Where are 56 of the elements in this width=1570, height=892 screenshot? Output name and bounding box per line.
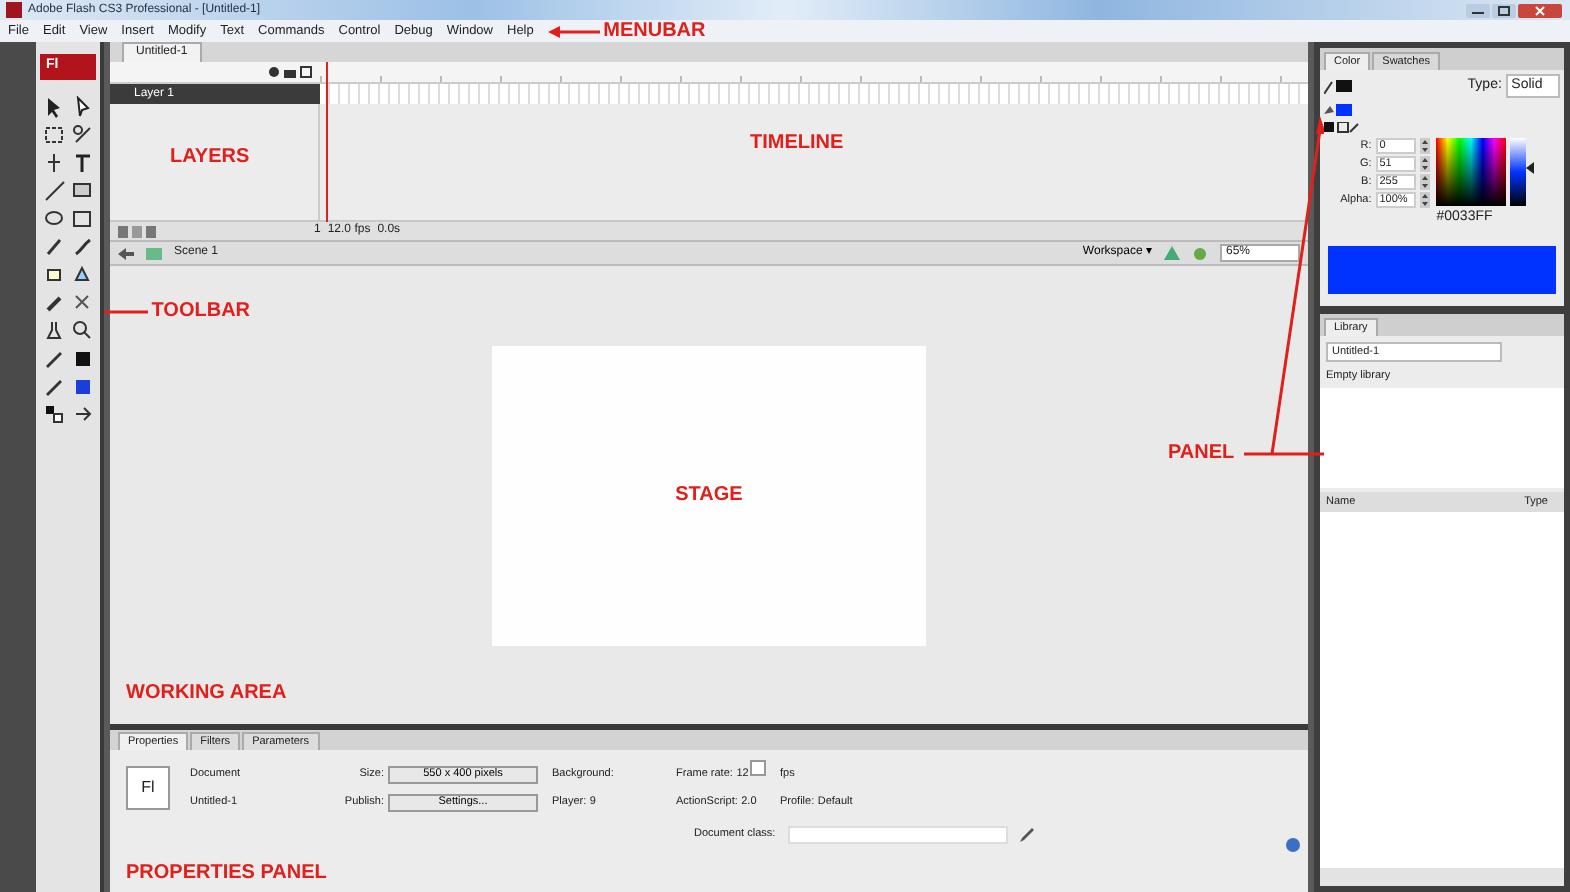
flask-icon[interactable]	[43, 319, 65, 341]
oval-icon[interactable]	[43, 207, 65, 229]
scene-icon	[146, 247, 162, 259]
swap-colors-icon[interactable]	[1323, 121, 1360, 134]
swatch-icon[interactable]	[43, 403, 65, 425]
text-icon[interactable]	[71, 151, 93, 173]
annotation-label: TIMELINE	[750, 134, 844, 154]
annotation-label: LAYERS	[170, 148, 250, 168]
brush-icon[interactable]	[43, 375, 65, 397]
arrow-icon[interactable]	[71, 403, 93, 425]
arrow-icon[interactable]	[71, 95, 93, 117]
document-icon: Fl	[126, 766, 170, 810]
triangle-icon[interactable]	[71, 263, 93, 285]
brush-icon[interactable]	[71, 235, 93, 257]
annotation-label: STAGE	[675, 485, 743, 505]
pencil-icon[interactable]	[1019, 828, 1034, 842]
swatch-icon[interactable]	[71, 347, 93, 369]
class-field[interactable]	[787, 826, 1008, 844]
annotation-label: TOOLBAR	[151, 302, 251, 322]
help-icon[interactable]	[1286, 838, 1300, 852]
fill-color-icon[interactable]	[1323, 102, 1352, 118]
back-icon[interactable]	[118, 247, 134, 259]
eye-icon	[268, 66, 280, 78]
pen-icon[interactable]	[71, 123, 93, 145]
app-icon	[6, 2, 22, 18]
line-icon[interactable]	[43, 179, 65, 201]
pencil-icon[interactable]	[43, 235, 65, 257]
stepper-icon[interactable]	[1419, 156, 1430, 172]
crosshair-icon[interactable]	[43, 151, 65, 173]
stepper-icon[interactable]	[1419, 174, 1430, 190]
zoom-icon[interactable]	[71, 319, 93, 341]
maximize-icon[interactable]	[1492, 3, 1516, 17]
minimize-icon[interactable]	[1466, 3, 1490, 17]
annotation-label: MENUBAR	[603, 21, 706, 41]
new-layer-icon[interactable]	[118, 225, 158, 237]
pointer-arrow	[547, 25, 600, 37]
stepper-icon[interactable]	[1419, 192, 1430, 208]
rectangle-icon[interactable]	[71, 179, 93, 201]
lock-icon	[284, 66, 296, 78]
cross-icon[interactable]	[71, 291, 93, 313]
stroke-icon[interactable]	[43, 291, 65, 313]
annotation-label: WORKING AREA	[126, 684, 287, 704]
swatch-icon[interactable]	[71, 375, 93, 397]
lasso-icon[interactable]	[43, 123, 65, 145]
annotation-label: PROPERTIES PANEL	[126, 864, 327, 884]
color-spectrum[interactable]	[1436, 137, 1507, 205]
bucket-icon[interactable]	[43, 263, 65, 285]
stepper-icon[interactable]	[1419, 138, 1430, 154]
stroke-color-icon[interactable]	[1323, 78, 1352, 94]
outline-icon	[300, 66, 312, 78]
arrow-icon[interactable]	[43, 95, 65, 117]
annotation-label: PANEL	[1168, 444, 1235, 464]
pencil-icon[interactable]	[43, 347, 65, 369]
square-icon[interactable]	[71, 207, 93, 229]
color-swatch[interactable]	[750, 760, 766, 776]
close-icon[interactable]	[1518, 3, 1562, 17]
